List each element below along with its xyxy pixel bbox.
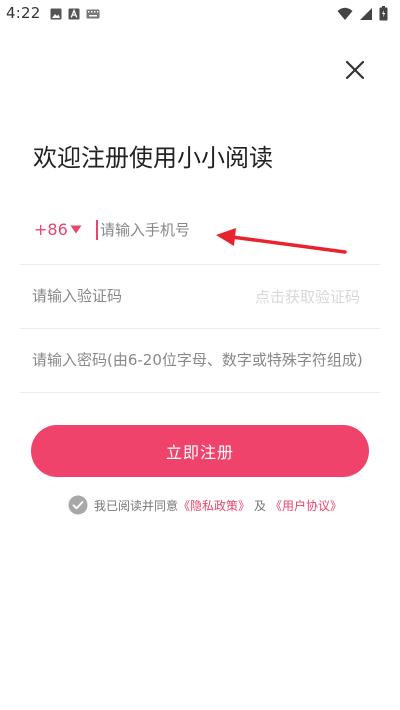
register-button[interactable]: 立即注册 — [31, 425, 369, 477]
page-title: 欢迎注册使用小小阅读 — [33, 144, 273, 172]
a-badge-icon — [68, 8, 80, 20]
close-icon — [345, 60, 365, 80]
agreement-prefix: 我已阅读并同意 — [94, 498, 179, 513]
check-circle-icon[interactable] — [68, 495, 88, 515]
signal-icon — [360, 7, 372, 20]
verification-code-input[interactable] — [32, 281, 232, 311]
close-button[interactable] — [341, 56, 369, 84]
agreement-and: 及 — [254, 498, 267, 513]
phone-number-input[interactable] — [100, 215, 360, 245]
status-time: 4:22 — [6, 4, 41, 22]
chevron-down-icon[interactable] — [70, 225, 82, 234]
status-bar: 4:22 — [0, 0, 400, 28]
verification-code-row: 点击获取验证码 — [20, 264, 380, 329]
status-system-icons — [337, 6, 388, 21]
wifi-icon — [337, 7, 353, 20]
text-cursor — [96, 220, 98, 240]
status-notification-icons — [50, 8, 100, 20]
user-agreement-link[interactable]: 《用户协议》 — [270, 497, 342, 514]
get-code-button[interactable]: 点击获取验证码 — [255, 286, 360, 307]
agreement-row: 我已阅读并同意 《隐私政策》 及 《用户协议》 — [68, 494, 342, 516]
password-input[interactable] — [32, 345, 372, 375]
phone-number-row: +86 — [20, 198, 380, 265]
password-row — [20, 328, 380, 393]
keyboard-icon — [86, 9, 100, 19]
privacy-policy-link[interactable]: 《隐私政策》 — [178, 497, 250, 514]
country-code-selector[interactable]: +86 — [34, 220, 68, 239]
battery-icon — [379, 6, 388, 21]
image-icon — [50, 8, 62, 20]
